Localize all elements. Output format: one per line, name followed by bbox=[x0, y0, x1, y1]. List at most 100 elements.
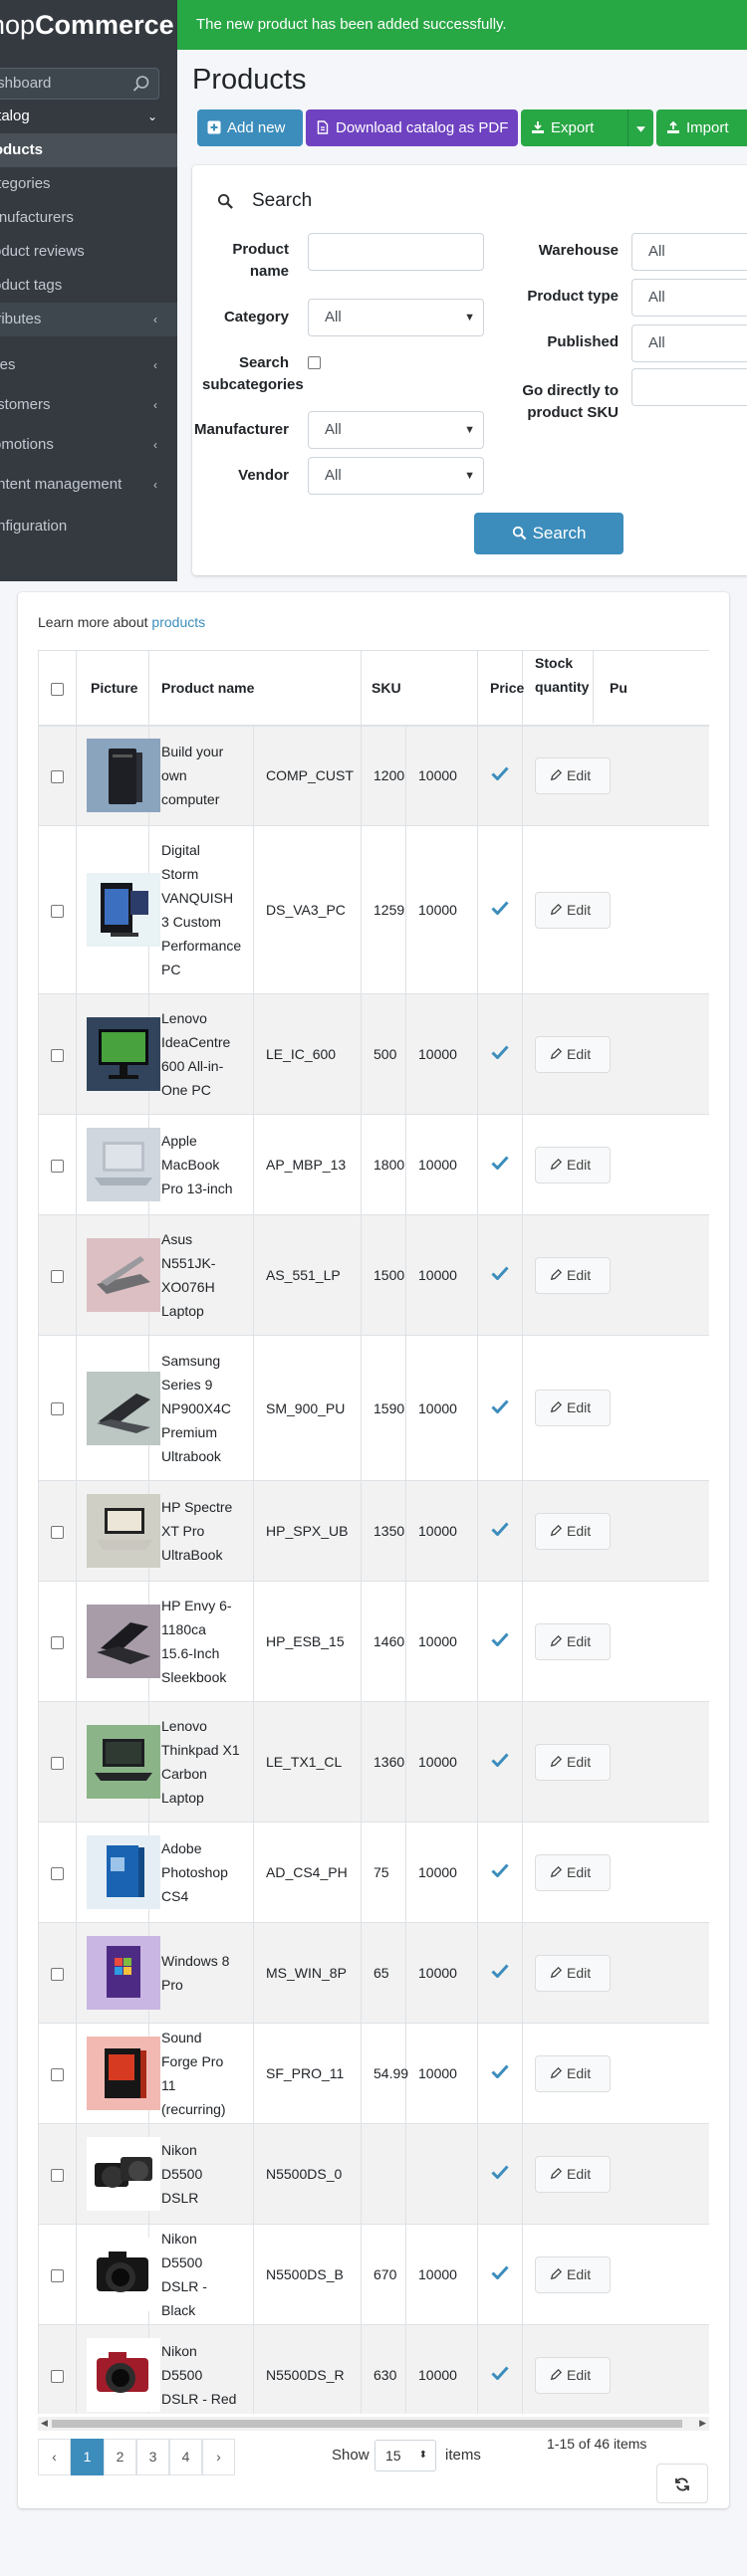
product-type-select[interactable]: All bbox=[631, 279, 747, 317]
edit-button[interactable]: Edit bbox=[535, 1146, 612, 1183]
vendor-label: Vendor bbox=[238, 467, 289, 484]
pagination-page-4[interactable]: 4 bbox=[169, 2439, 202, 2475]
pagination-page-3[interactable]: 3 bbox=[136, 2439, 169, 2475]
product-picture-cell bbox=[76, 1581, 160, 1702]
product-thumbnail bbox=[87, 1936, 160, 2010]
row-checkbox[interactable] bbox=[51, 1866, 64, 1880]
edit-button[interactable]: Edit bbox=[535, 891, 612, 929]
product-name-cell: Apple MacBook Pro 13-inch bbox=[148, 1114, 254, 1215]
edit-button[interactable]: Edit bbox=[535, 1512, 612, 1550]
row-checkbox[interactable] bbox=[51, 1402, 64, 1416]
product-thumbnail bbox=[87, 1238, 160, 1312]
row-checkbox[interactable] bbox=[51, 2168, 64, 2182]
horizontal-scrollbar[interactable]: ◀ ▶ bbox=[38, 2417, 709, 2431]
sidebar-item-catalog[interactable]: Catalog ⌄ bbox=[0, 100, 177, 133]
scroll-left-arrow[interactable]: ◀ bbox=[41, 2418, 48, 2429]
products-table-wrapper[interactable]: Picture Product name SKU Price Stock qua… bbox=[38, 650, 709, 2414]
row-checkbox[interactable] bbox=[51, 1269, 64, 1283]
column-header-sku[interactable]: SKU bbox=[361, 650, 479, 727]
row-checkbox[interactable] bbox=[51, 2369, 64, 2383]
sidebar-item-customers[interactable]: Customers ‹ bbox=[0, 388, 177, 422]
manufacturer-select[interactable]: All ▼ bbox=[308, 411, 484, 449]
edit-button[interactable]: Edit bbox=[535, 1622, 612, 1660]
pagination-page-1[interactable]: 1 bbox=[71, 2439, 104, 2475]
edit-button[interactable]: Edit bbox=[535, 756, 612, 794]
column-header-price[interactable]: Price bbox=[477, 650, 524, 727]
product-price-cell: 1500 bbox=[361, 1214, 407, 1336]
edit-button[interactable]: Edit bbox=[535, 1256, 612, 1294]
product-name-cell: Adobe Photoshop CS4 bbox=[148, 1822, 254, 1923]
pencil-icon bbox=[550, 1158, 563, 1170]
edit-button[interactable]: Edit bbox=[535, 2356, 612, 2394]
product-actions-cell: Edit bbox=[522, 993, 709, 1115]
published-select[interactable]: All bbox=[631, 324, 747, 362]
pagination-page-2[interactable]: 2 bbox=[104, 2439, 136, 2475]
add-new-button[interactable]: Add new bbox=[197, 109, 303, 146]
pagination-prev-button[interactable]: ‹ bbox=[38, 2439, 71, 2475]
sidebar-item-product-reviews[interactable]: Product reviews bbox=[0, 235, 177, 269]
scroll-right-arrow[interactable]: ▶ bbox=[699, 2418, 706, 2429]
sidebar-item-label: Promotions bbox=[0, 436, 54, 453]
row-select-cell bbox=[38, 825, 77, 994]
sidebar-item-products[interactable]: Products bbox=[0, 133, 177, 167]
warehouse-select[interactable]: All bbox=[631, 233, 747, 271]
pagination-next-button[interactable]: › bbox=[202, 2439, 235, 2475]
edit-button[interactable]: Edit bbox=[535, 1035, 612, 1073]
pencil-icon bbox=[550, 2368, 563, 2380]
product-name-input[interactable] bbox=[308, 233, 484, 271]
product-price-cell: 1590 bbox=[361, 1335, 407, 1481]
edit-button[interactable]: Edit bbox=[535, 2155, 612, 2193]
search-button[interactable]: Search bbox=[474, 513, 623, 554]
checkmark-icon bbox=[491, 1863, 509, 1877]
row-checkbox[interactable] bbox=[51, 1525, 64, 1539]
checkmark-icon bbox=[491, 1398, 509, 1413]
row-checkbox[interactable] bbox=[51, 1635, 64, 1649]
product-name-cell: Nikon D5500 DSLR bbox=[148, 2123, 254, 2225]
refresh-button[interactable] bbox=[656, 2464, 708, 2503]
sidebar-item-promotions[interactable]: Promotions ‹ bbox=[0, 428, 177, 462]
edit-button[interactable]: Edit bbox=[535, 1390, 612, 1426]
vendor-select[interactable]: All ▼ bbox=[308, 457, 484, 495]
row-checkbox[interactable] bbox=[51, 1159, 64, 1173]
row-checkbox[interactable] bbox=[51, 2268, 64, 2282]
search-subcategories-checkbox[interactable] bbox=[308, 356, 321, 369]
row-checkbox[interactable] bbox=[51, 904, 64, 918]
row-checkbox[interactable] bbox=[51, 1967, 64, 1981]
sidebar-item-categories[interactable]: Categories bbox=[0, 167, 177, 201]
column-header-product-name[interactable]: Product name bbox=[147, 650, 363, 727]
row-select-cell bbox=[38, 2123, 77, 2225]
column-header-published[interactable]: Pu bbox=[593, 651, 627, 725]
row-checkbox[interactable] bbox=[51, 2067, 64, 2081]
export-button[interactable]: Export bbox=[521, 109, 627, 146]
product-stock-cell: 10000 bbox=[405, 1581, 479, 1702]
search-panel-header[interactable]: Search bbox=[217, 190, 312, 212]
sidebar-item-content-management[interactable]: Content management ‹ bbox=[0, 468, 177, 502]
edit-button[interactable]: Edit bbox=[535, 2054, 612, 2092]
column-header-stock[interactable]: Stock quantity Pu bbox=[522, 650, 709, 727]
row-checkbox[interactable] bbox=[51, 770, 64, 784]
sidebar-item-attributes[interactable]: Attributes ‹ bbox=[0, 303, 177, 336]
product-price-cell: 54.99 bbox=[361, 2023, 408, 2124]
category-select[interactable]: All ▼ bbox=[308, 299, 484, 336]
row-checkbox[interactable] bbox=[51, 1756, 64, 1770]
edit-button[interactable]: Edit bbox=[535, 2255, 612, 2293]
sidebar-item-sales[interactable]: Sales ‹ bbox=[0, 348, 177, 382]
scrollbar-thumb[interactable] bbox=[52, 2420, 682, 2428]
sidebar-item-product-tags[interactable]: Product tags bbox=[0, 269, 177, 303]
page-size-select[interactable]: 15 ⬍ bbox=[374, 2440, 436, 2471]
export-dropdown-toggle[interactable] bbox=[627, 109, 653, 146]
sidebar-item-configuration[interactable]: Configuration bbox=[0, 510, 177, 543]
learn-more-link[interactable]: products bbox=[151, 614, 205, 630]
download-pdf-button[interactable]: Download catalog as PDF bbox=[306, 109, 518, 146]
edit-button[interactable]: Edit bbox=[535, 1853, 612, 1891]
product-published-cell bbox=[477, 1480, 524, 1582]
edit-button[interactable]: Edit bbox=[535, 1954, 612, 1992]
import-button[interactable]: Import bbox=[656, 109, 747, 146]
go-to-sku-input[interactable] bbox=[631, 368, 747, 406]
select-all-checkbox[interactable] bbox=[51, 682, 64, 696]
sidebar-item-manufacturers[interactable]: Manufacturers bbox=[0, 201, 177, 235]
row-checkbox[interactable] bbox=[51, 1048, 64, 1062]
edit-button[interactable]: Edit bbox=[535, 1743, 612, 1781]
sidebar-item-dashboard[interactable]: Dashboard bbox=[0, 67, 177, 101]
logo[interactable]: nopCommerce bbox=[0, 0, 177, 50]
